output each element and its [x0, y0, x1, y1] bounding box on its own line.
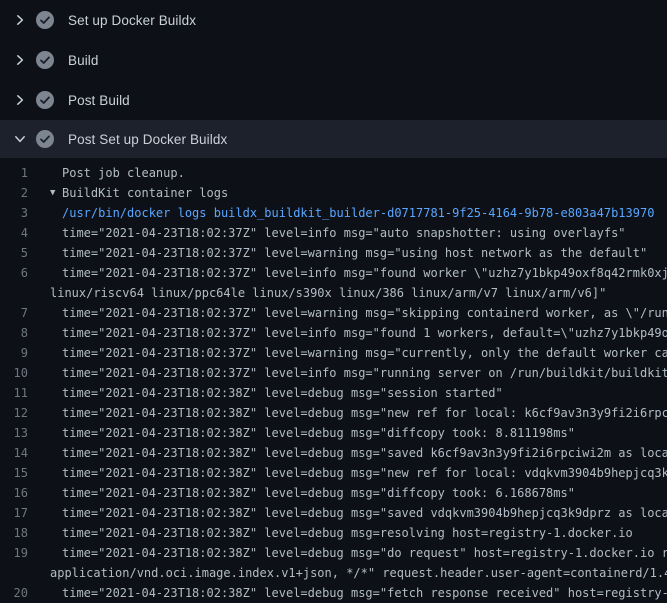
log-line: 20 time="2021-04-23T18:02:38Z" level=deb…: [0, 583, 667, 603]
log-line-number[interactable]: 13: [0, 423, 28, 443]
log-line: 4 time="2021-04-23T18:02:37Z" level=info…: [0, 223, 667, 243]
log-line-number[interactable]: 17: [0, 503, 28, 523]
log-line-text: time="2021-04-23T18:02:37Z" level=info m…: [62, 223, 626, 243]
log-line-text: time="2021-04-23T18:02:38Z" level=debug …: [62, 383, 503, 403]
log-line: 12 time="2021-04-23T18:02:38Z" level=deb…: [0, 403, 667, 423]
log-line-text: application/vnd.oci.image.index.v1+json,…: [50, 563, 667, 583]
section-header-2[interactable]: Post Build: [0, 80, 667, 120]
log-line-number[interactable]: 6: [0, 263, 28, 283]
log-line-text: time="2021-04-23T18:02:37Z" level=info m…: [62, 263, 667, 283]
section-label: Post Build: [68, 93, 130, 108]
log-line: application/vnd.oci.image.index.v1+json,…: [0, 563, 667, 583]
log-line-number[interactable]: 8: [0, 323, 28, 343]
log-line-text: time="2021-04-23T18:02:38Z" level=debug …: [62, 463, 667, 483]
chevron-right-icon: [13, 93, 27, 107]
log-line-text: time="2021-04-23T18:02:38Z" level=debug …: [62, 443, 667, 463]
log-line-text: time="2021-04-23T18:02:38Z" level=debug …: [62, 483, 575, 503]
check-circle-icon: [36, 51, 54, 69]
group-triangle-icon: ▼: [50, 183, 62, 203]
log-line-number[interactable]: 15: [0, 463, 28, 483]
log-line-text: time="2021-04-23T18:02:37Z" level=info m…: [62, 323, 667, 343]
log-line-text: time="2021-04-23T18:02:38Z" level=debug …: [62, 503, 667, 523]
section-label: Build: [68, 53, 99, 68]
log-line-number[interactable]: 3: [0, 203, 28, 223]
section-label: Post Set up Docker Buildx: [68, 132, 227, 147]
log-line: 5 time="2021-04-23T18:02:37Z" level=warn…: [0, 243, 667, 263]
log-line-number[interactable]: 11: [0, 383, 28, 403]
log-line-number[interactable]: [0, 563, 28, 583]
log-line-number[interactable]: 16: [0, 483, 28, 503]
log-line: 11 time="2021-04-23T18:02:38Z" level=deb…: [0, 383, 667, 403]
log-line: linux/riscv64 linux/ppc64le linux/s390x …: [0, 283, 667, 303]
log-line: 3 /usr/bin/docker logs buildx_buildkit_b…: [0, 203, 667, 223]
log-line: 6 time="2021-04-23T18:02:37Z" level=info…: [0, 263, 667, 283]
log-line: 14 time="2021-04-23T18:02:38Z" level=deb…: [0, 443, 667, 463]
log-line-number[interactable]: 14: [0, 443, 28, 463]
log-line-text: time="2021-04-23T18:02:38Z" level=debug …: [62, 543, 667, 563]
log-line-text: time="2021-04-23T18:02:37Z" level=warnin…: [62, 343, 667, 363]
log-line-text: time="2021-04-23T18:02:38Z" level=debug …: [62, 583, 667, 603]
log-line: 16 time="2021-04-23T18:02:38Z" level=deb…: [0, 483, 667, 503]
log-viewer: 1 Post job cleanup. 2 ▼ BuildKit contain…: [0, 158, 667, 603]
log-line: 1 Post job cleanup.: [0, 163, 667, 183]
log-line-number[interactable]: 7: [0, 303, 28, 323]
log-line: 18 time="2021-04-23T18:02:38Z" level=deb…: [0, 523, 667, 543]
log-line-number[interactable]: 1: [0, 163, 28, 183]
log-line: 2 ▼ BuildKit container logs: [0, 183, 667, 203]
log-line: 9 time="2021-04-23T18:02:37Z" level=warn…: [0, 343, 667, 363]
log-line-number[interactable]: 19: [0, 543, 28, 563]
chevron-right-icon: [13, 13, 27, 27]
log-line-text: BuildKit container logs: [62, 183, 228, 203]
section-header-1[interactable]: Build: [0, 40, 667, 80]
log-line-number[interactable]: 20: [0, 583, 28, 603]
section-header-3[interactable]: Post Set up Docker Buildx: [0, 120, 667, 158]
check-circle-icon: [36, 91, 54, 109]
log-line-text: time="2021-04-23T18:02:38Z" level=debug …: [62, 423, 575, 443]
section-header-0[interactable]: Set up Docker Buildx: [0, 0, 667, 40]
log-line: 7 time="2021-04-23T18:02:37Z" level=warn…: [0, 303, 667, 323]
log-line: 10 time="2021-04-23T18:02:37Z" level=inf…: [0, 363, 667, 383]
log-line-text: time="2021-04-23T18:02:38Z" level=debug …: [62, 403, 667, 423]
log-line: 13 time="2021-04-23T18:02:38Z" level=deb…: [0, 423, 667, 443]
log-line-text: time="2021-04-23T18:02:37Z" level=warnin…: [62, 243, 647, 263]
log-line: 19 time="2021-04-23T18:02:38Z" level=deb…: [0, 543, 667, 563]
log-line-number[interactable]: 5: [0, 243, 28, 263]
log-line-number[interactable]: 2: [0, 183, 28, 203]
log-line-number[interactable]: [0, 283, 28, 303]
log-line-number[interactable]: 18: [0, 523, 28, 543]
check-circle-icon: [36, 130, 54, 148]
log-line-number[interactable]: 4: [0, 223, 28, 243]
log-line-text: time="2021-04-23T18:02:38Z" level=debug …: [62, 523, 633, 543]
chevron-right-icon: [13, 53, 27, 67]
check-circle-icon: [36, 11, 54, 29]
log-line-text: time="2021-04-23T18:02:37Z" level=warnin…: [62, 303, 667, 323]
log-line: 17 time="2021-04-23T18:02:38Z" level=deb…: [0, 503, 667, 523]
log-line-number[interactable]: 12: [0, 403, 28, 423]
section-label: Set up Docker Buildx: [68, 13, 196, 28]
log-line-text: time="2021-04-23T18:02:37Z" level=info m…: [62, 363, 667, 383]
log-line-text: Post job cleanup.: [62, 163, 185, 183]
log-line-number[interactable]: 10: [0, 363, 28, 383]
log-line-text: linux/riscv64 linux/ppc64le linux/s390x …: [50, 283, 606, 303]
chevron-down-icon: [13, 132, 27, 146]
log-line: 8 time="2021-04-23T18:02:37Z" level=info…: [0, 323, 667, 343]
log-line-text: /usr/bin/docker logs buildx_buildkit_bui…: [62, 203, 654, 223]
log-line: 15 time="2021-04-23T18:02:38Z" level=deb…: [0, 463, 667, 483]
steps-list: Set up Docker Buildx Build Post Buil: [0, 0, 667, 158]
log-line-number[interactable]: 9: [0, 343, 28, 363]
